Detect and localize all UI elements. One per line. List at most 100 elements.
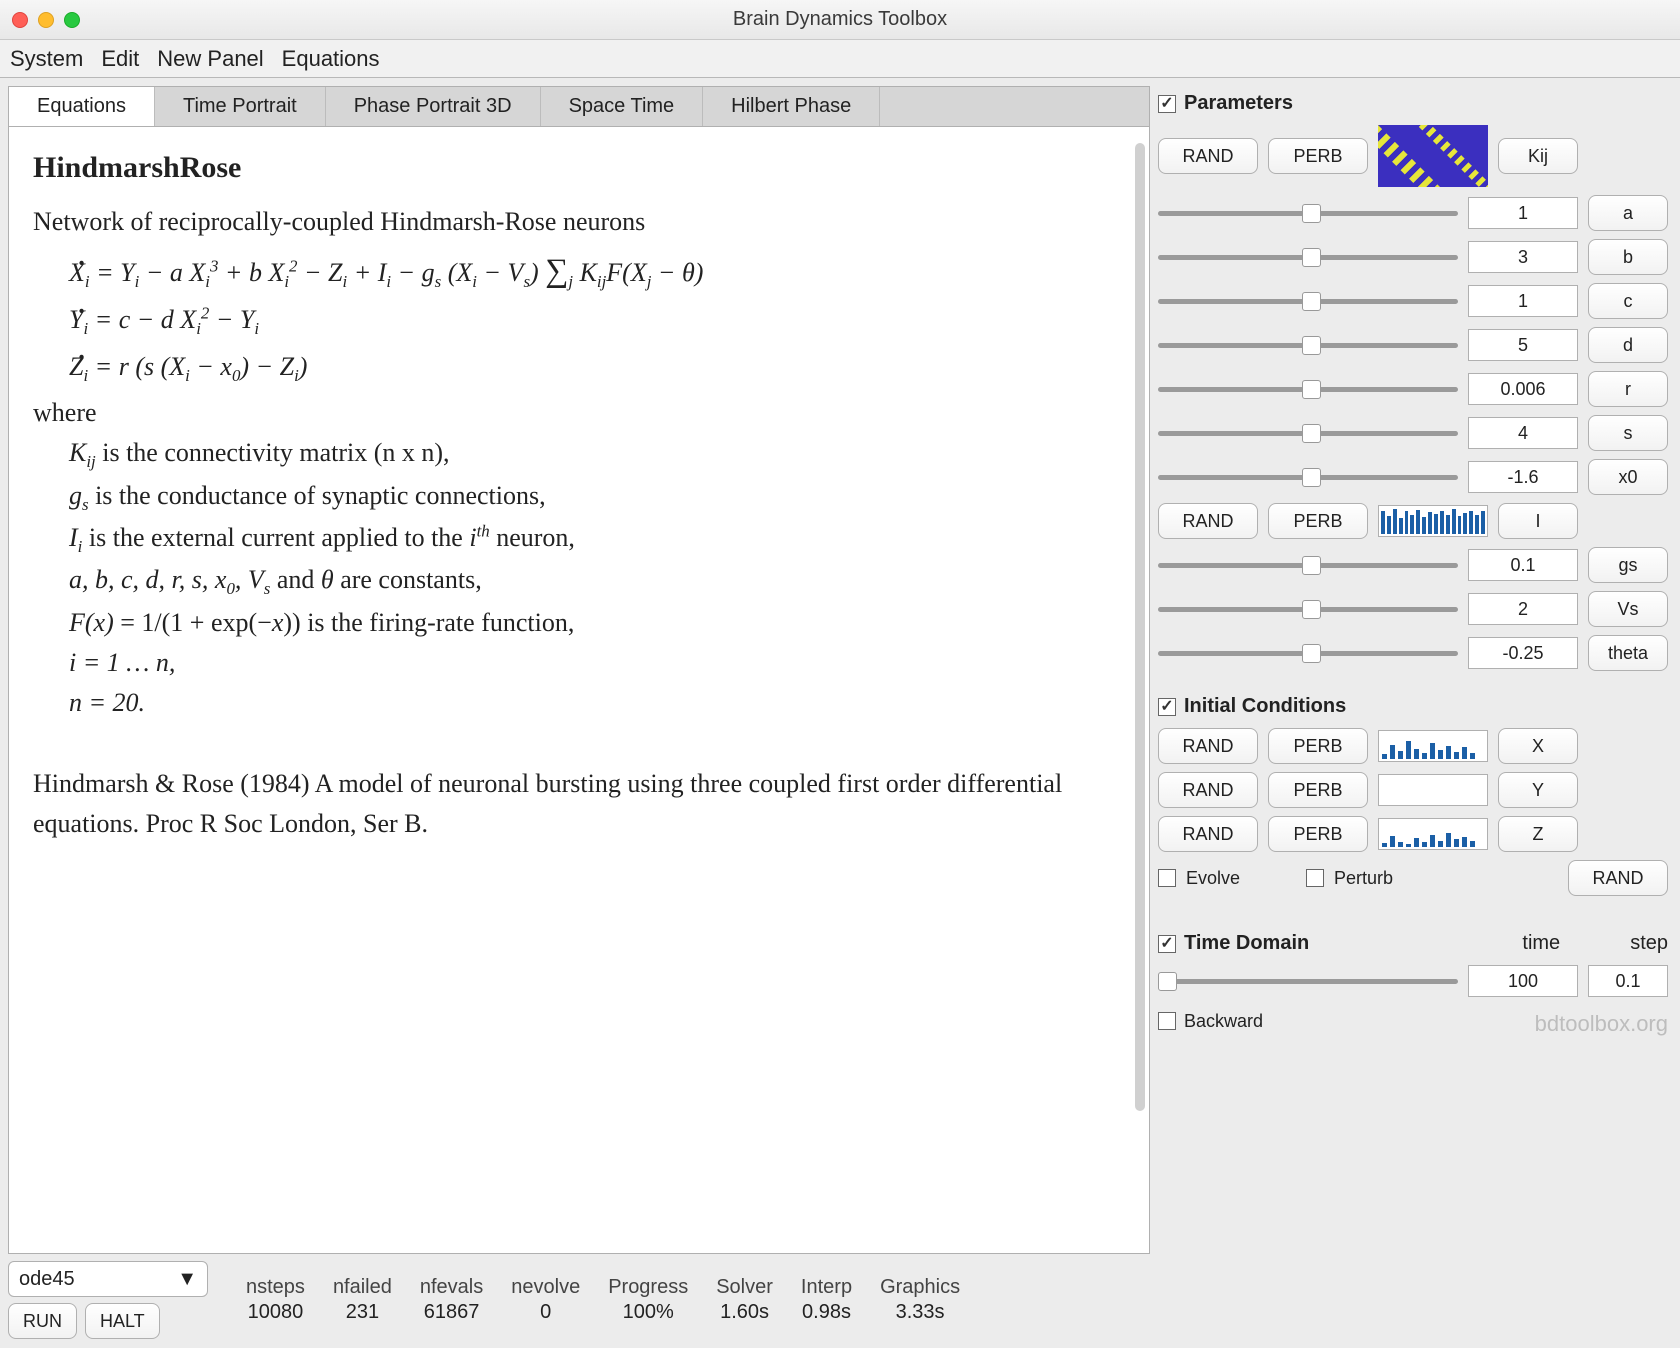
time-title: Time Domain: [1184, 932, 1309, 955]
label-I[interactable]: I: [1498, 503, 1578, 539]
slider-theta[interactable]: [1158, 643, 1458, 663]
slider-s[interactable]: [1158, 423, 1458, 443]
label-x0[interactable]: x0: [1588, 459, 1668, 495]
slider-gs[interactable]: [1158, 555, 1458, 575]
step-value[interactable]: 0.1: [1588, 965, 1668, 997]
run-button[interactable]: RUN: [8, 1303, 77, 1339]
ic-x-perb[interactable]: PERB: [1268, 728, 1368, 764]
window-title: Brain Dynamics Toolbox: [0, 8, 1680, 31]
parameters-header: Parameters: [1158, 92, 1668, 115]
ic-z-perb[interactable]: PERB: [1268, 816, 1368, 852]
ic-checkbox[interactable]: [1158, 698, 1176, 716]
label-c[interactable]: c: [1588, 283, 1668, 319]
param-kij-perb[interactable]: PERB: [1268, 138, 1368, 174]
slider-d[interactable]: [1158, 335, 1458, 355]
time-slider[interactable]: [1158, 971, 1458, 991]
chevron-down-icon: ▼: [177, 1268, 197, 1291]
label-kij[interactable]: Kij: [1498, 138, 1578, 174]
time-value[interactable]: 100: [1468, 965, 1578, 997]
ic-y-perb[interactable]: PERB: [1268, 772, 1368, 808]
footer-link[interactable]: bdtoolbox.org: [1535, 1011, 1668, 1037]
tab-spacer: [880, 87, 1149, 126]
value-theta[interactable]: -0.25: [1468, 637, 1578, 669]
menu-equations[interactable]: Equations: [282, 46, 380, 72]
tab-time-portrait[interactable]: Time Portrait: [155, 87, 326, 126]
equations-content: HindmarshRose Network of reciprocally-co…: [8, 126, 1150, 1254]
value-d[interactable]: 5: [1468, 329, 1578, 361]
label-gs[interactable]: gs: [1588, 547, 1668, 583]
ic-x-rand[interactable]: RAND: [1158, 728, 1258, 764]
label-Vs[interactable]: Vs: [1588, 591, 1668, 627]
tab-phase-portrait-3d[interactable]: Phase Portrait 3D: [326, 87, 541, 126]
label-d[interactable]: d: [1588, 327, 1668, 363]
menu-new-panel[interactable]: New Panel: [157, 46, 263, 72]
parameters-checkbox[interactable]: [1158, 95, 1176, 113]
menubar: System Edit New Panel Equations: [0, 40, 1680, 78]
ic-y-thumb[interactable]: [1378, 774, 1488, 806]
val-progress: 100%: [608, 1301, 688, 1324]
backward-label: Backward: [1184, 1011, 1263, 1032]
hdr-nsteps: nsteps: [246, 1276, 305, 1299]
tab-equations[interactable]: Equations: [9, 87, 155, 127]
label-theta[interactable]: theta: [1588, 635, 1668, 671]
param-I-rand[interactable]: RAND: [1158, 503, 1258, 539]
time-col-time: time: [1522, 932, 1560, 955]
slider-x0[interactable]: [1158, 467, 1458, 487]
equation-y: Yi = c − d Xi2 − Yi: [69, 300, 1125, 342]
I-bars-thumb[interactable]: [1378, 505, 1488, 537]
slider-b[interactable]: [1158, 247, 1458, 267]
label-r[interactable]: r: [1588, 371, 1668, 407]
label-b[interactable]: b: [1588, 239, 1668, 275]
ic-y-rand[interactable]: RAND: [1158, 772, 1258, 808]
value-x0[interactable]: -1.6: [1468, 461, 1578, 493]
titlebar: Brain Dynamics Toolbox: [0, 0, 1680, 40]
label-a[interactable]: a: [1588, 195, 1668, 231]
desc-I: Ii is the external current applied to th…: [69, 518, 1125, 560]
ic-x-thumb[interactable]: [1378, 730, 1488, 762]
backward-checkbox[interactable]: [1158, 1012, 1176, 1030]
tab-space-time[interactable]: Space Time: [541, 87, 704, 126]
parameters-title: Parameters: [1184, 92, 1293, 115]
menu-edit[interactable]: Edit: [101, 46, 139, 72]
value-b[interactable]: 3: [1468, 241, 1578, 273]
ic-rand-button[interactable]: RAND: [1568, 860, 1668, 896]
model-intro: Network of reciprocally-coupled Hindmars…: [33, 202, 1125, 242]
label-s[interactable]: s: [1588, 415, 1668, 451]
tab-hilbert-phase[interactable]: Hilbert Phase: [703, 87, 880, 126]
solver-stats: nsteps nfailed nfevals nevolve Progress …: [246, 1276, 960, 1324]
hdr-solver: Solver: [716, 1276, 773, 1299]
value-c[interactable]: 1: [1468, 285, 1578, 317]
solver-bar: ode45 ▼ RUN HALT nsteps nfailed nfevals …: [8, 1260, 1150, 1340]
halt-button[interactable]: HALT: [85, 1303, 160, 1339]
label-ic-z[interactable]: Z: [1498, 816, 1578, 852]
kij-matrix-thumb[interactable]: [1378, 125, 1488, 187]
value-r[interactable]: 0.006: [1468, 373, 1578, 405]
ic-z-thumb[interactable]: [1378, 818, 1488, 850]
time-checkbox[interactable]: [1158, 935, 1176, 953]
val-nfevals: 61867: [420, 1301, 483, 1324]
hdr-nfevals: nfevals: [420, 1276, 483, 1299]
value-s[interactable]: 4: [1468, 417, 1578, 449]
param-I-perb[interactable]: PERB: [1268, 503, 1368, 539]
value-gs[interactable]: 0.1: [1468, 549, 1578, 581]
evolve-checkbox[interactable]: [1158, 869, 1176, 887]
desc-gs: gs is the conductance of synaptic connec…: [69, 476, 1125, 518]
value-a[interactable]: 1: [1468, 197, 1578, 229]
value-Vs[interactable]: 2: [1468, 593, 1578, 625]
label-ic-x[interactable]: X: [1498, 728, 1578, 764]
val-interp: 0.98s: [801, 1301, 852, 1324]
slider-Vs[interactable]: [1158, 599, 1458, 619]
ic-title: Initial Conditions: [1184, 695, 1346, 718]
label-ic-y[interactable]: Y: [1498, 772, 1578, 808]
ic-z-rand[interactable]: RAND: [1158, 816, 1258, 852]
solver-select[interactable]: ode45 ▼: [8, 1261, 208, 1297]
slider-c[interactable]: [1158, 291, 1458, 311]
model-title: HindmarshRose: [33, 145, 1125, 192]
slider-a[interactable]: [1158, 203, 1458, 223]
menu-system[interactable]: System: [10, 46, 83, 72]
perturb-checkbox[interactable]: [1306, 869, 1324, 887]
scrollbar[interactable]: [1135, 143, 1145, 1111]
hdr-nevolve: nevolve: [511, 1276, 580, 1299]
param-kij-rand[interactable]: RAND: [1158, 138, 1258, 174]
slider-r[interactable]: [1158, 379, 1458, 399]
